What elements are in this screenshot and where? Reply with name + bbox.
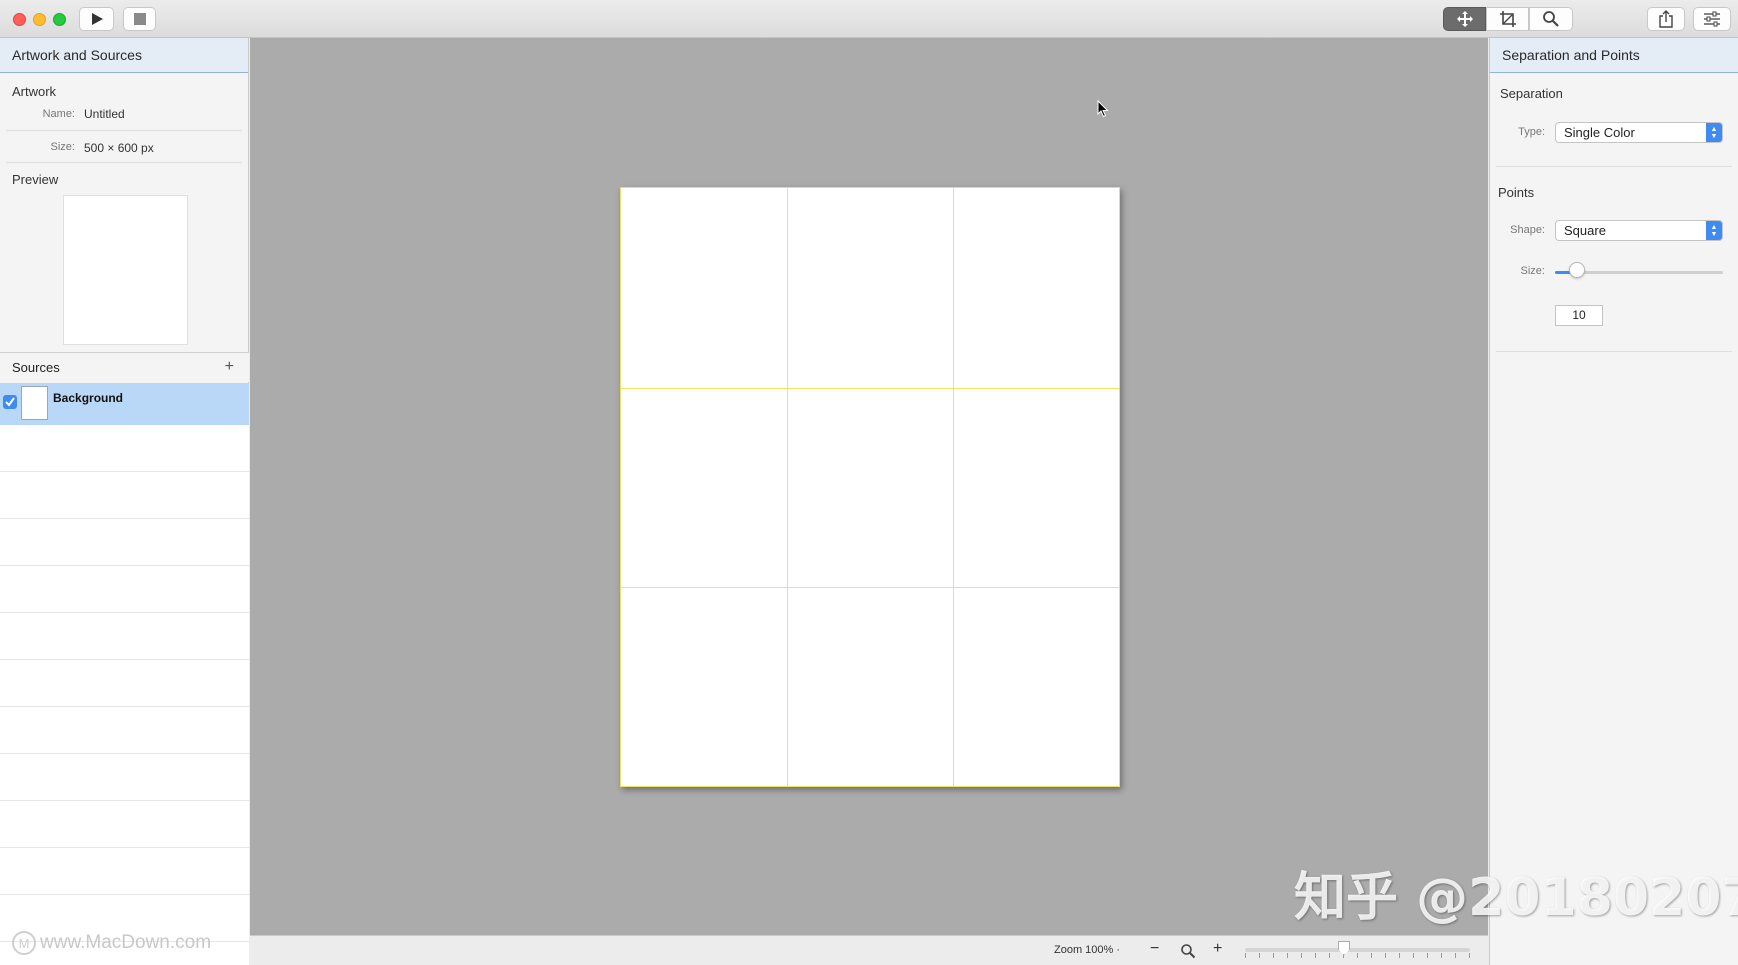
zoom-fit-button[interactable]: [1180, 943, 1196, 964]
artwork-section-title: Artwork: [12, 84, 57, 99]
source-visible-checkbox[interactable]: [3, 395, 17, 409]
play-button[interactable]: [79, 7, 114, 31]
watermark-macdown: M www.MacDown.com: [12, 931, 211, 955]
crop-tool-button[interactable]: [1486, 7, 1529, 31]
shape-label: Shape:: [1510, 224, 1545, 236]
artwork-preview: [63, 195, 188, 345]
crop-tool-icon: [1499, 11, 1516, 27]
move-tool-button[interactable]: [1443, 7, 1486, 31]
zoom-out-button[interactable]: −: [1150, 940, 1159, 958]
point-shape-value: Square: [1564, 223, 1606, 238]
source-name: Background: [53, 391, 124, 405]
sources-list[interactable]: [0, 425, 249, 965]
source-row-background[interactable]: Background: [0, 383, 249, 425]
watermark-zhihu: 知乎 @20180207: [1294, 868, 1738, 928]
separation-points-panel: Separation and Points Separation Type: S…: [1489, 38, 1738, 965]
grid-line: [787, 188, 788, 786]
move-tool-icon: [1456, 11, 1473, 27]
artboard[interactable]: [620, 187, 1120, 787]
play-icon: [91, 13, 103, 25]
zoom-slider-track[interactable]: [1245, 948, 1470, 952]
separation-type-select[interactable]: Single Color ▲ ▼: [1555, 122, 1723, 143]
panel-title: Artwork and Sources: [0, 38, 248, 73]
grid-line: [621, 388, 1119, 389]
separation-section-title: Separation: [1500, 86, 1563, 101]
artwork-sources-panel: Artwork and Sources Artwork Name: Untitl…: [0, 38, 249, 965]
preview-section-title: Preview: [12, 172, 59, 187]
points-section-title: Points: [1498, 185, 1535, 200]
zoom-in-button[interactable]: +: [1213, 940, 1222, 958]
macdown-logo: M: [12, 931, 36, 955]
panel-title: Separation and Points: [1490, 38, 1738, 73]
sliders-icon: [1704, 11, 1720, 27]
sources-section-title: Sources: [12, 360, 60, 375]
share-button[interactable]: [1647, 7, 1685, 31]
zoom-window-button[interactable]: [53, 13, 66, 26]
status-bar: Zoom 100% · − +: [250, 935, 1488, 965]
artwork-size-value: 500 × 600 px: [84, 141, 154, 155]
close-window-button[interactable]: [13, 13, 26, 26]
size-label: Size:: [50, 141, 75, 153]
zoom-level-label: Zoom 100% ·: [1054, 944, 1121, 956]
inspector-button[interactable]: [1693, 7, 1731, 31]
size-label: Size:: [1520, 265, 1545, 277]
name-label: Name:: [42, 108, 75, 120]
point-size-input[interactable]: 10: [1555, 305, 1603, 326]
share-icon: [1659, 10, 1673, 28]
stop-icon: [133, 13, 146, 25]
watermark-text: www.MacDown.com: [40, 932, 212, 953]
mouse-cursor-icon: [1097, 100, 1109, 118]
zoom-tool-button[interactable]: [1529, 7, 1573, 31]
minimize-window-button[interactable]: [33, 13, 46, 26]
magnifier-icon: [1181, 944, 1196, 959]
separation-type-value: Single Color: [1564, 125, 1635, 140]
chevron-updown-icon: ▲ ▼: [1706, 123, 1722, 142]
type-label: Type:: [1518, 126, 1545, 138]
divider: [1496, 166, 1732, 167]
divider: [6, 162, 242, 163]
divider: [1496, 351, 1732, 352]
sources-header: Sources +: [0, 352, 249, 382]
checkmark-icon: [5, 397, 15, 407]
add-source-button[interactable]: +: [225, 358, 234, 376]
point-shape-select[interactable]: Square ▲ ▼: [1555, 220, 1723, 241]
point-size-slider-knob[interactable]: [1568, 262, 1585, 278]
stop-button[interactable]: [123, 7, 156, 31]
chevron-updown-icon: ▲ ▼: [1706, 221, 1722, 240]
source-thumbnail: [21, 386, 48, 420]
divider: [6, 130, 242, 131]
artwork-canvas[interactable]: [250, 38, 1488, 935]
grid-line: [621, 587, 1119, 588]
toolbar: [0, 0, 1738, 38]
artwork-name-value[interactable]: Untitled: [84, 107, 125, 121]
zoom-tool-icon: [1543, 11, 1559, 27]
grid-line: [953, 188, 954, 786]
zoom-slider-ticks: [1245, 953, 1470, 958]
